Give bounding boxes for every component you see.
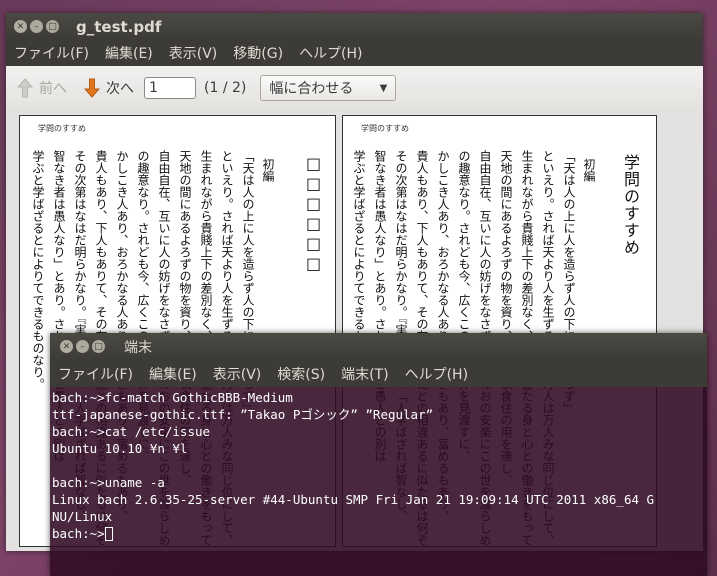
minimize-icon[interactable]: – — [30, 20, 43, 33]
terminal-prompt: bach:~> — [52, 526, 105, 541]
arrow-down-icon — [83, 78, 101, 98]
text-column: 初編 — [261, 158, 275, 182]
page-number-input[interactable]: 1 — [144, 77, 196, 99]
maximize-icon[interactable]: □ — [92, 340, 105, 353]
pdf-window-titlebar[interactable]: ✕ – □ g_test.pdf — [6, 13, 703, 40]
terminal-line: NU/Linux — [52, 509, 113, 524]
terminal-line: Ubuntu 10.10 ¥n ¥l — [52, 441, 188, 456]
menu-edit[interactable]: 編集(E) — [97, 43, 161, 63]
terminal-titlebar[interactable]: ✕ – □ 端末 — [50, 333, 707, 360]
prev-page-button[interactable]: 前へ — [16, 77, 67, 99]
terminal-window: ✕ – □ 端末 ファイル(F) 編集(E) 表示(V) 検索(S) 端末(T)… — [50, 333, 707, 576]
pdf-menubar: ファイル(F) 編集(E) 表示(V) 移動(G) ヘルプ(H) — [6, 40, 703, 66]
maximize-icon[interactable]: □ — [46, 20, 59, 33]
menu-search[interactable]: 検索(S) — [269, 364, 333, 384]
pdf-toolbar: 前へ 次へ 1 (1 / 2) 幅に合わせる ▼ — [6, 66, 703, 111]
text-cursor — [104, 527, 113, 541]
window-title: g_test.pdf — [76, 17, 162, 36]
close-icon[interactable]: ✕ — [14, 20, 27, 33]
minimize-icon[interactable]: – — [76, 340, 89, 353]
next-page-button[interactable]: 次へ — [83, 77, 134, 99]
menu-help[interactable]: ヘルプ(H) — [291, 43, 370, 63]
text-column: 学ぶと学ばざるとによりてできるものなり。 — [31, 150, 45, 390]
menu-file[interactable]: ファイル(F) — [6, 43, 97, 63]
zoom-value: 幅に合わせる — [269, 81, 354, 97]
terminal-line: bach:~>uname -a — [52, 475, 165, 490]
terminal-line: bach:~>cat /etc/issue — [52, 424, 211, 439]
prev-label: 前へ — [39, 81, 67, 97]
menu-edit[interactable]: 編集(E) — [141, 364, 205, 384]
chevron-down-icon: ▼ — [379, 82, 388, 94]
zoom-select[interactable]: 幅に合わせる ▼ — [260, 75, 397, 101]
page-header: 学問のすすめ — [361, 124, 409, 133]
menu-file[interactable]: ファイル(F) — [50, 364, 141, 384]
page-count: (1 / 2) — [204, 80, 247, 96]
arrow-up-icon — [16, 78, 34, 98]
terminal-line: ttf-japanese-gothic.ttf: ”Takao Pゴシック” ”… — [52, 407, 434, 422]
terminal-menubar: ファイル(F) 編集(E) 表示(V) 検索(S) 端末(T) ヘルプ(H) — [50, 360, 707, 387]
menu-help[interactable]: ヘルプ(H) — [397, 364, 476, 384]
menu-go[interactable]: 移動(G) — [225, 43, 291, 63]
close-icon[interactable]: ✕ — [60, 340, 73, 353]
menu-view[interactable]: 表示(V) — [161, 43, 226, 63]
menu-view[interactable]: 表示(V) — [205, 364, 270, 384]
page-title: □□□□□□ — [304, 154, 323, 274]
terminal-line: Linux bach 2.6.35-25-server #44-Ubuntu S… — [52, 492, 655, 507]
page-title: 学問のすすめ — [621, 154, 640, 256]
page-header: 学問のすすめ — [38, 124, 86, 133]
terminal-output[interactable]: bach:~>fc-match GothicBBB-Medium ttf-japa… — [50, 387, 707, 576]
window-title: 端末 — [124, 339, 152, 356]
next-label: 次へ — [106, 81, 134, 97]
terminal-line: bach:~>fc-match GothicBBB-Medium — [52, 390, 293, 405]
menu-terminal[interactable]: 端末(T) — [333, 364, 396, 384]
terminal-prompt-line: bach:~> — [52, 525, 705, 542]
text-column: 初編 — [582, 158, 596, 182]
